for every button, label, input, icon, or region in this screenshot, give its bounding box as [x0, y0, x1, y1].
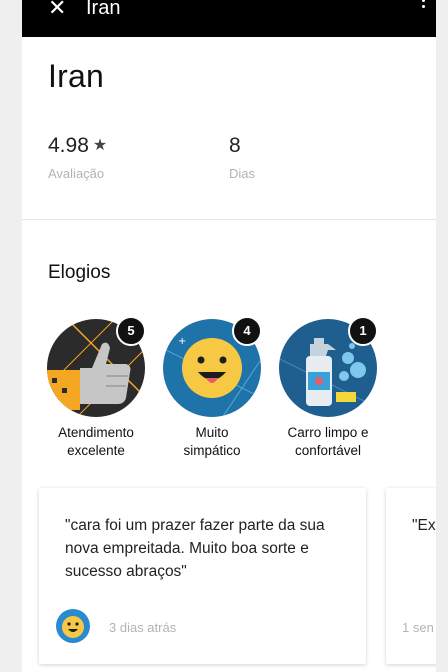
- compliment-badge-very-friendly[interactable]: + 4: [162, 316, 262, 418]
- review-text: "cara foi um prazer fazer parte da sua n…: [65, 517, 325, 580]
- review-card[interactable]: "cara foi um prazer fazer parte da sua n…: [39, 488, 366, 664]
- compliment-label-line1: Atendimento: [58, 425, 134, 440]
- rating-value-group: 4.98 ★: [48, 134, 107, 158]
- compliment-label: Carro limpo e confortável: [263, 424, 393, 460]
- compliments-title: Elogios: [48, 262, 111, 283]
- compliment-label-line2: excelente: [67, 443, 125, 458]
- days-label: Dias: [229, 166, 256, 181]
- review-time: 3 dias atrás: [109, 620, 177, 635]
- compliment-badge-excellent-service[interactable]: 5: [46, 316, 146, 418]
- compliment-label: Atendimento excelente: [31, 424, 161, 460]
- left-margin: [0, 0, 22, 672]
- rating-label: Avaliação: [48, 166, 105, 181]
- compliment-count: 4: [232, 316, 262, 346]
- app-bar: ✕ Iran: [22, 0, 436, 37]
- reviewer-avatar-icon: [56, 609, 90, 643]
- compliment-badge-clean-car[interactable]: 1: [278, 316, 378, 418]
- review-time: 1 sen: [402, 620, 434, 635]
- close-icon[interactable]: ✕: [48, 0, 66, 22]
- compliment-label: Muito simpático: [147, 424, 277, 460]
- app-bar-title: Iran: [86, 0, 121, 19]
- svg-text:+: +: [178, 336, 186, 347]
- rating-value: 4.98: [48, 134, 89, 157]
- compliment-count: 5: [116, 316, 146, 346]
- driver-name: Iran: [48, 58, 104, 94]
- compliment-label-line2: confortável: [294, 443, 362, 458]
- compliment-label-line1: Muito: [195, 425, 229, 440]
- section-divider: [22, 219, 436, 220]
- days-value: 8: [229, 134, 241, 157]
- profile-screen: ✕ Iran Iran 4.98 ★ Avaliação 8 Dias Elogi…: [22, 0, 436, 672]
- star-icon: ★: [92, 137, 108, 154]
- compliment-count: 1: [348, 316, 378, 346]
- compliment-label-line2: simpático: [183, 443, 241, 458]
- review-card[interactable]: "Ex 1 sen: [386, 488, 436, 664]
- review-text: "Ex: [412, 517, 436, 534]
- more-vertical-icon[interactable]: [416, 0, 430, 20]
- right-margin: [436, 0, 448, 672]
- compliment-label-line1: Carro limpo e: [287, 425, 369, 440]
